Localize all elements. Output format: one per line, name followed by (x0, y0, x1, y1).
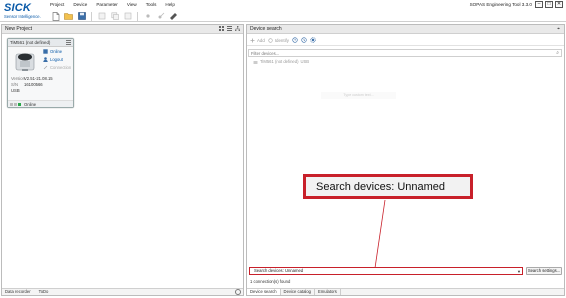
app-title: SOPAS Engineering Tool 3.3.0 (469, 2, 532, 7)
filter-input[interactable] (249, 50, 561, 56)
help-icon[interactable] (235, 289, 241, 295)
save-icon[interactable] (76, 11, 87, 21)
device-card[interactable]: TiM561 (not defined) Online Logout Conne… (7, 38, 74, 108)
status-square-icon (14, 102, 17, 106)
device-list-icon (253, 60, 258, 64)
found-device-name: TiM561 (not defined) (260, 59, 299, 64)
copy-icon[interactable] (109, 11, 120, 21)
device-card-title: TiM561 (not defined) (10, 40, 51, 45)
window-controls: – □ ✕ (535, 1, 563, 8)
status-text: Online (24, 101, 37, 107)
menu-project[interactable]: Project (50, 1, 64, 9)
project-panel: New Project TiM561 (not defined) Online … (1, 24, 244, 296)
gear-icon (310, 37, 316, 43)
device-search-title: Device search (250, 26, 282, 32)
grid-view-icon[interactable] (219, 26, 224, 33)
app-header: SICK Sensor Intelligence. Project Device… (0, 0, 566, 22)
device-connection-action[interactable]: Connection (43, 65, 71, 70)
online-label: Online (50, 49, 63, 54)
toolbar-separator (137, 11, 138, 21)
filter-devices-field[interactable]: ⌕ (248, 49, 562, 57)
found-device-row[interactable]: TiM561 (not defined) USB (253, 59, 309, 65)
sick-logo: SICK Sensor Intelligence. (4, 3, 46, 20)
device-search-toolbar: Add Identify (247, 35, 564, 46)
menu-icon[interactable] (66, 40, 71, 45)
tab-data-recorder[interactable]: Data recorder (5, 289, 31, 295)
project-title: New Project (5, 26, 32, 32)
identify-button[interactable]: Identify (268, 38, 289, 43)
status-square-icon (10, 102, 13, 106)
disconnect-icon[interactable] (142, 11, 153, 21)
settings-button[interactable] (310, 37, 316, 43)
user-icon (43, 57, 48, 62)
device-online-action[interactable]: Online (43, 49, 62, 54)
connection-status: 1 connection(s) found (250, 279, 291, 284)
maximize-button[interactable]: □ (545, 1, 553, 8)
pin-icon[interactable]: ⌖ (557, 26, 560, 33)
main-toolbar (50, 10, 179, 22)
menu-help[interactable]: Help (165, 1, 174, 9)
search-select-value: Search devices: Unnamed (254, 268, 304, 273)
left-bottom-tabs: Data recorder ToDo (2, 288, 243, 295)
search-icon: ⌕ (556, 50, 559, 56)
tab-device-catalog[interactable]: Device catalog (281, 289, 316, 295)
refresh-icon (292, 37, 298, 43)
add-icon (250, 38, 255, 42)
history-button[interactable] (301, 37, 307, 43)
toolbar-separator (91, 11, 92, 21)
project-panel-header: New Project (2, 25, 243, 34)
callout-connector (374, 199, 386, 269)
search-devices-select[interactable]: Search devices: Unnamed ▼ (249, 267, 523, 275)
search-settings-button[interactable]: Search settings... (526, 267, 562, 275)
tab-device-search[interactable]: Device search (247, 289, 281, 295)
cut-icon[interactable] (96, 11, 107, 21)
online-status-icon (18, 102, 21, 106)
list-view-icon[interactable] (227, 26, 232, 33)
info-value: USB (11, 88, 20, 93)
menu-tools[interactable]: Tools (146, 1, 157, 9)
connect-icon[interactable] (155, 11, 166, 21)
device-icon[interactable] (168, 11, 179, 21)
open-folder-icon[interactable] (63, 11, 74, 21)
menu-parameter[interactable]: Parameter (96, 1, 117, 9)
tab-emulators[interactable]: Emulators (315, 289, 341, 295)
device-status-bar: Online (8, 100, 73, 107)
identify-icon (268, 37, 273, 43)
add-label: Add (257, 37, 265, 43)
found-device-interface: USB (300, 59, 310, 64)
new-project-icon[interactable] (50, 11, 61, 21)
menu-bar: Project Device Parameter View Tools Help (50, 1, 175, 9)
menu-view[interactable]: View (127, 1, 137, 9)
device-image (12, 50, 38, 72)
hint-text: Type custom text... (321, 92, 396, 99)
plug-icon (43, 65, 48, 70)
minimize-button[interactable]: – (535, 1, 543, 8)
callout-text: Search devices: Unnamed (316, 180, 446, 193)
paste-icon[interactable] (122, 11, 133, 21)
tree-view-icon[interactable] (235, 26, 240, 33)
device-search-header: Device search ⌖ (247, 25, 564, 34)
device-card-header: TiM561 (not defined) (8, 39, 73, 47)
device-info: Version V2.51-21.08.15 S/N 16100566 USB (11, 76, 73, 94)
connection-label: Connection (50, 65, 72, 70)
chevron-down-icon[interactable]: ▼ (516, 268, 522, 274)
online-icon (43, 49, 48, 54)
info-value: 16100566 (24, 82, 43, 87)
logout-label: Logout (50, 57, 63, 62)
tab-todo[interactable]: ToDo (39, 289, 49, 295)
close-button[interactable]: ✕ (555, 1, 563, 8)
view-switcher (219, 26, 240, 33)
add-button[interactable]: Add (250, 38, 265, 43)
identify-label: Identify (274, 37, 289, 43)
menu-device[interactable]: Device (73, 1, 87, 9)
right-bottom-tabs: Device search Device catalog Emulators (247, 288, 564, 295)
device-logout-action[interactable]: Logout (43, 57, 63, 62)
refresh-button[interactable] (292, 37, 298, 43)
logo-brand: SICK (4, 2, 32, 14)
logo-tagline: Sensor Intelligence. (4, 14, 41, 19)
history-icon (301, 37, 307, 43)
info-row-interface: USB (11, 88, 73, 94)
callout-box: Search devices: Unnamed (303, 174, 473, 199)
device-search-panel: Device search ⌖ Add Identify ⌕ TiM561 (n… (246, 24, 565, 296)
